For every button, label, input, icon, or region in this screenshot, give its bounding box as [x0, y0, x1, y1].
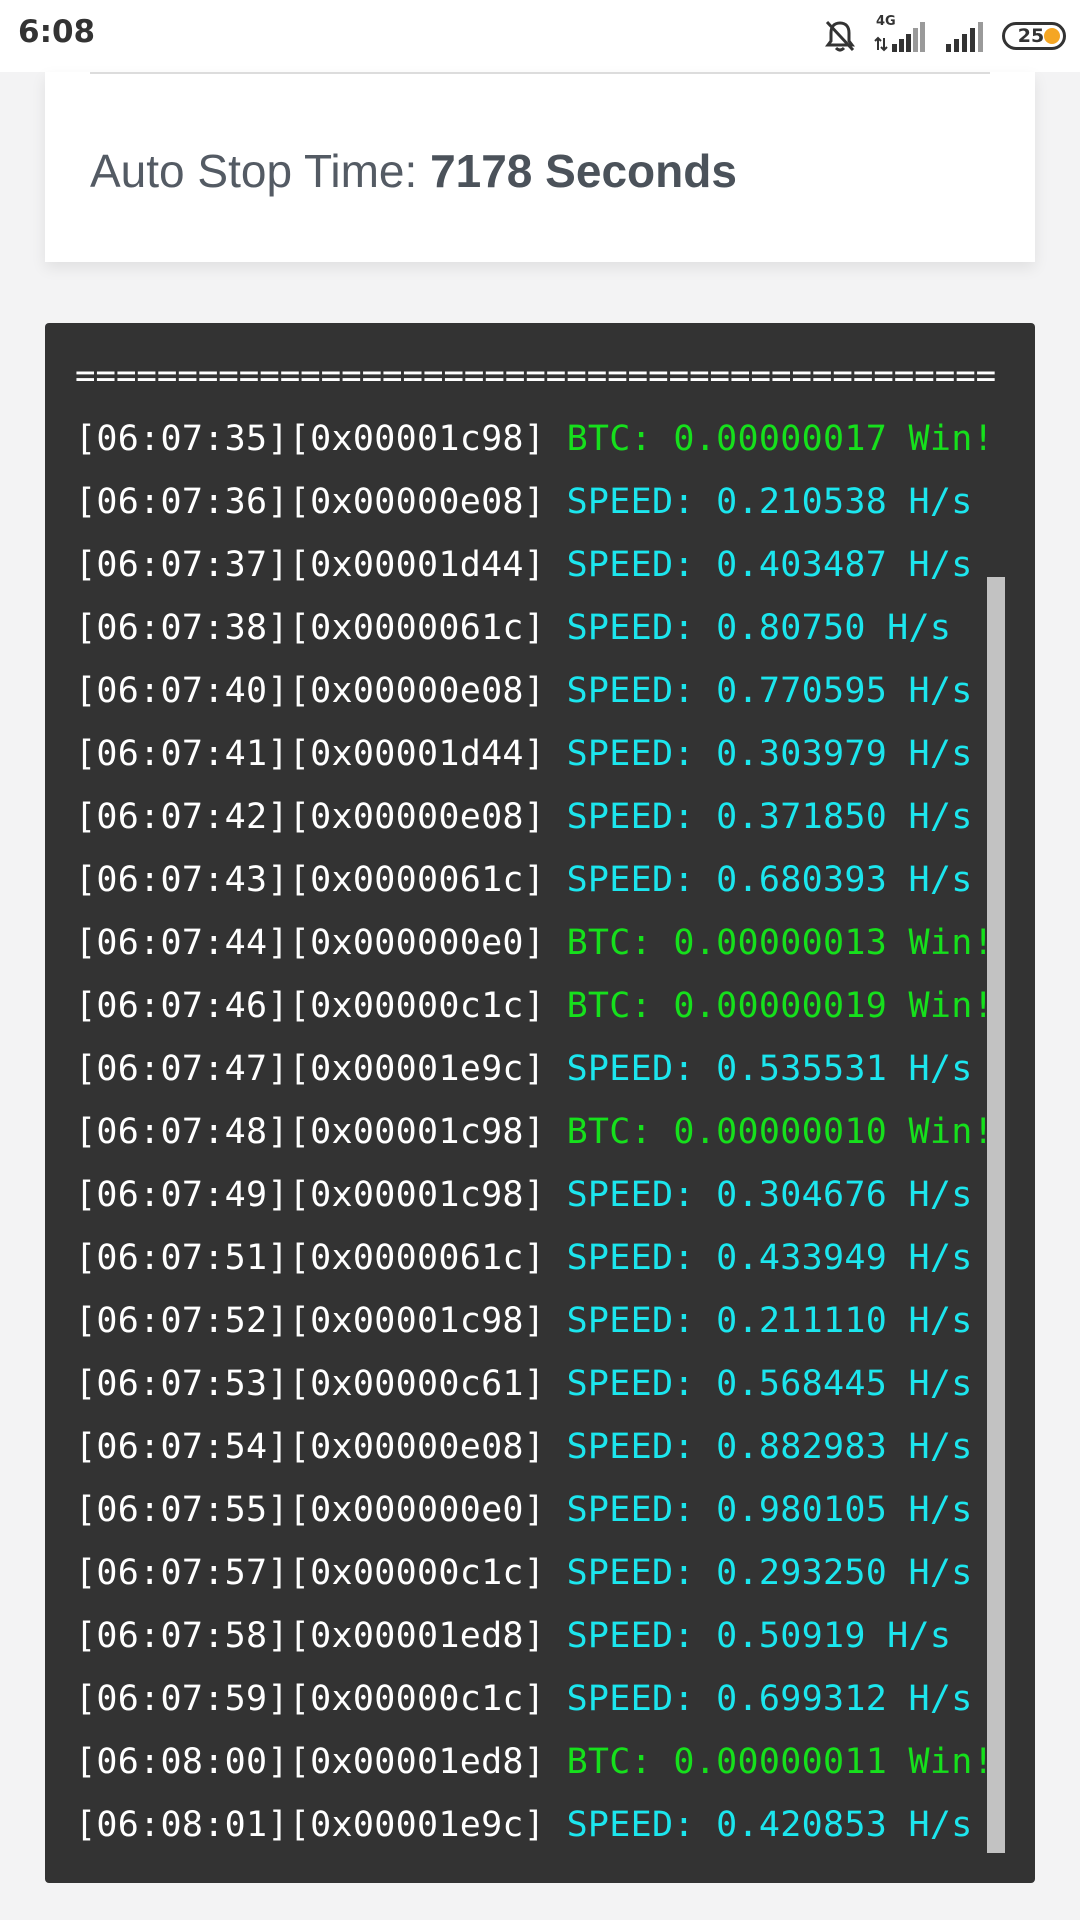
signal-4g-icon: 4G	[874, 14, 928, 54]
log-prefix: [06:07:47][0x00001e9c]	[75, 1049, 546, 1089]
status-bar: 6:08 4G 25	[0, 0, 1080, 72]
console-line: [06:07:46][0x00000c1c] BTC: 0.00000019 W…	[75, 975, 1035, 1038]
status-time: 6:08	[18, 14, 96, 50]
log-prefix: [06:07:40][0x00000e08]	[75, 671, 546, 711]
log-speed-message: SPEED: 0.433949 H/s	[566, 1238, 973, 1278]
battery-icon: 25	[1002, 22, 1066, 50]
mute-icon	[822, 18, 858, 54]
auto-stop-value: 7178 Seconds	[430, 145, 737, 197]
log-speed-message: SPEED: 0.770595 H/s	[566, 671, 973, 711]
log-prefix: [06:07:35][0x00001c98]	[75, 419, 546, 459]
log-prefix: [06:07:58][0x00001ed8]	[75, 1616, 546, 1656]
log-prefix: [06:07:52][0x00001c98]	[75, 1301, 546, 1341]
auto-stop-time: Auto Stop Time: 7178 Seconds	[90, 144, 737, 198]
log-win-message: BTC: 0.00000017 Win!	[566, 419, 994, 459]
log-prefix: [06:08:00][0x00001ed8]	[75, 1742, 546, 1782]
log-speed-message: SPEED: 0.568445 H/s	[566, 1364, 973, 1404]
console-line: [06:07:37][0x00001d44] SPEED: 0.403487 H…	[75, 534, 1035, 597]
console-line: [06:07:38][0x0000061c] SPEED: 0.80750 H/…	[75, 597, 1035, 660]
console-output[interactable]: ========================================…	[45, 323, 1035, 1883]
log-prefix: [06:07:49][0x00001c98]	[75, 1175, 546, 1215]
auto-stop-label: Auto Stop Time:	[90, 145, 418, 197]
console-line: [06:07:53][0x00000c61] SPEED: 0.568445 H…	[75, 1353, 1035, 1416]
log-prefix: [06:07:38][0x0000061c]	[75, 608, 546, 648]
log-prefix: [06:07:57][0x00000c1c]	[75, 1553, 546, 1593]
card-divider	[90, 72, 990, 74]
console-line: [06:07:42][0x00000e08] SPEED: 0.371850 H…	[75, 786, 1035, 849]
console-line: [06:07:40][0x00000e08] SPEED: 0.770595 H…	[75, 660, 1035, 723]
console-line: [06:07:59][0x00000c1c] SPEED: 0.699312 H…	[75, 1668, 1035, 1731]
console-line: [06:07:41][0x00001d44] SPEED: 0.303979 H…	[75, 723, 1035, 786]
log-prefix: [06:07:54][0x00000e08]	[75, 1427, 546, 1467]
log-prefix: [06:07:53][0x00000c61]	[75, 1364, 546, 1404]
log-prefix: [06:08:01][0x00001e9c]	[75, 1805, 546, 1845]
log-prefix: [06:07:55][0x000000e0]	[75, 1490, 546, 1530]
log-prefix: [06:07:42][0x00000e08]	[75, 797, 546, 837]
status-icons: 4G 25	[822, 14, 1066, 56]
console-line: [06:07:51][0x0000061c] SPEED: 0.433949 H…	[75, 1227, 1035, 1290]
console-line: [06:07:48][0x00001c98] BTC: 0.00000010 W…	[75, 1101, 1035, 1164]
log-win-message: BTC: 0.00000019 Win!	[566, 986, 994, 1026]
console-line: [06:07:43][0x0000061c] SPEED: 0.680393 H…	[75, 849, 1035, 912]
log-speed-message: SPEED: 0.680393 H/s	[566, 860, 973, 900]
console-line: [06:08:01][0x00001e9c] SPEED: 0.420853 H…	[75, 1794, 1035, 1857]
info-card: Auto Stop Time: 7178 Seconds	[45, 72, 1035, 262]
log-speed-message: SPEED: 0.210538 H/s	[566, 482, 973, 522]
log-prefix: [06:07:46][0x00000c1c]	[75, 986, 546, 1026]
log-speed-message: SPEED: 0.80750 H/s	[566, 608, 952, 648]
signal-icon	[944, 18, 986, 54]
log-prefix: [06:07:51][0x0000061c]	[75, 1238, 546, 1278]
log-speed-message: SPEED: 0.304676 H/s	[566, 1175, 973, 1215]
console-separator: ========================================…	[75, 356, 995, 396]
log-prefix: [06:07:44][0x000000e0]	[75, 923, 546, 963]
console-line: [06:07:49][0x00001c98] SPEED: 0.304676 H…	[75, 1164, 1035, 1227]
log-speed-message: SPEED: 0.535531 H/s	[566, 1049, 973, 1089]
log-speed-message: SPEED: 0.211110 H/s	[566, 1301, 973, 1341]
console-line: [06:07:47][0x00001e9c] SPEED: 0.535531 H…	[75, 1038, 1035, 1101]
console-line: [06:08:00][0x00001ed8] BTC: 0.00000011 W…	[75, 1731, 1035, 1794]
log-speed-message: SPEED: 0.403487 H/s	[566, 545, 973, 585]
console-line: [06:07:58][0x00001ed8] SPEED: 0.50919 H/…	[75, 1605, 1035, 1668]
log-speed-message: SPEED: 0.50919 H/s	[566, 1616, 952, 1656]
log-speed-message: SPEED: 0.699312 H/s	[566, 1679, 973, 1719]
battery-percent: 25	[1017, 25, 1045, 47]
battery-body: 25	[1002, 22, 1066, 50]
log-prefix: [06:07:43][0x0000061c]	[75, 860, 546, 900]
console-line: [06:07:52][0x00001c98] SPEED: 0.211110 H…	[75, 1290, 1035, 1353]
log-speed-message: SPEED: 0.882983 H/s	[566, 1427, 973, 1467]
console-line: [06:07:44][0x000000e0] BTC: 0.00000013 W…	[75, 912, 1035, 975]
log-prefix: [06:07:48][0x00001c98]	[75, 1112, 546, 1152]
log-prefix: [06:07:59][0x00000c1c]	[75, 1679, 546, 1719]
log-win-message: BTC: 0.00000011 Win!	[566, 1742, 994, 1782]
console-scrollbar[interactable]	[987, 577, 1005, 1853]
console-line: [06:07:54][0x00000e08] SPEED: 0.882983 H…	[75, 1416, 1035, 1479]
log-prefix: [06:07:41][0x00001d44]	[75, 734, 546, 774]
log-prefix: [06:07:37][0x00001d44]	[75, 545, 546, 585]
log-prefix: [06:07:36][0x00000e08]	[75, 482, 546, 522]
log-win-message: BTC: 0.00000013 Win!	[566, 923, 994, 963]
console-line: [06:07:55][0x000000e0] SPEED: 0.980105 H…	[75, 1479, 1035, 1542]
console-lines: ========================================…	[75, 345, 1035, 1857]
console-line: [06:07:35][0x00001c98] BTC: 0.00000017 W…	[75, 408, 1035, 471]
log-speed-message: SPEED: 0.293250 H/s	[566, 1553, 973, 1593]
log-speed-message: SPEED: 0.303979 H/s	[566, 734, 973, 774]
log-speed-message: SPEED: 0.980105 H/s	[566, 1490, 973, 1530]
console-line: [06:07:36][0x00000e08] SPEED: 0.210538 H…	[75, 471, 1035, 534]
log-win-message: BTC: 0.00000010 Win!	[566, 1112, 994, 1152]
network-label: 4G	[876, 14, 896, 29]
log-speed-message: SPEED: 0.420853 H/s	[566, 1805, 973, 1845]
log-speed-message: SPEED: 0.371850 H/s	[566, 797, 973, 837]
console-line: [06:07:57][0x00000c1c] SPEED: 0.293250 H…	[75, 1542, 1035, 1605]
battery-level	[1044, 28, 1060, 44]
